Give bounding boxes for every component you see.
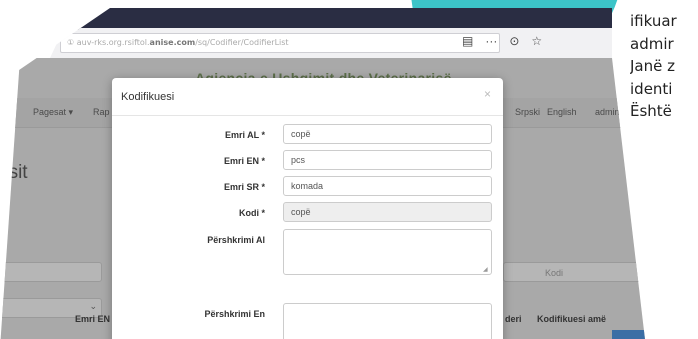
nav-item-partial[interactable]: i ▾ (0, 107, 9, 118)
action-button-partial[interactable] (612, 330, 646, 339)
kodi-field (283, 202, 492, 222)
pocket-icon[interactable]: ⊙ (509, 34, 519, 48)
chevron-down-icon: ⌄ (89, 301, 97, 311)
pershkrimi-en-label: Përshkrimi En (204, 309, 265, 319)
browser-url-bar: ① auv-rks.org.rsiftol.anise.com/sq/Codif… (50, 28, 612, 58)
emri-sr-label: Emri SR * (223, 182, 265, 192)
modal-title: Kodifikuesi (121, 91, 175, 103)
info-icon[interactable]: ① (67, 38, 77, 47)
pershkrimi-al-label: Përshkrimi Al (207, 235, 265, 245)
emri-en-field[interactable] (283, 150, 492, 170)
side-text-line: identi (630, 79, 673, 98)
url-path: /sq/Codifier/CodifierList (195, 38, 289, 47)
emri-al-field[interactable] (283, 124, 492, 144)
nav-item-english[interactable]: English (547, 107, 577, 117)
url-text-pre: auv-rks.org.rsiftol. (76, 38, 150, 47)
column-header-kodifikuesi-ame[interactable]: Kodifikuesi amë (537, 314, 606, 324)
codifier-modal: Kodifikuesi × Emri AL * Emri EN * Emri S… (112, 78, 503, 339)
bookmark-star-icon[interactable]: ☆ (531, 34, 542, 48)
tab-indicator: · (70, 12, 74, 23)
emri-al-label: Emri AL * (224, 130, 265, 140)
modal-header: Kodifikuesi × (112, 78, 503, 116)
nav-item-srpski[interactable]: Srpski (515, 107, 540, 117)
url-host: anise.com (149, 38, 196, 47)
filter-input-left[interactable] (0, 262, 102, 282)
emri-en-label: Emri EN * (223, 156, 265, 166)
side-text-line: admir (630, 34, 674, 53)
emri-sr-field[interactable] (283, 176, 492, 196)
url-input[interactable]: ① auv-rks.org.rsiftol.anise.com/sq/Codif… (60, 33, 500, 53)
nav-item-pagesat[interactable]: Pagesat ▾ (33, 107, 73, 118)
pershkrimi-al-textarea[interactable] (283, 229, 492, 275)
pershkrimi-en-textarea[interactable] (283, 303, 492, 339)
kodi-label: Kodi * (239, 208, 265, 218)
kodi-filter-input[interactable] (503, 262, 646, 282)
side-text-line: ifikuar (630, 12, 677, 30)
column-header-deri[interactable]: deri (505, 314, 522, 324)
column-header-emri-en[interactable]: Emri EN (75, 314, 110, 324)
nav-item-raporte[interactable]: Rap (93, 107, 110, 117)
nav-item-admin[interactable]: admin (595, 107, 620, 117)
close-icon[interactable]: × (484, 87, 491, 101)
side-text-line: Janë z (630, 57, 675, 75)
side-text-line: Është (630, 102, 672, 120)
page-title: esit (0, 162, 28, 183)
url-actions: ▤ ··· ⊙ ☆ (462, 34, 542, 48)
kodi-filter-placeholder: Kodi (545, 268, 564, 278)
more-actions-icon[interactable]: ··· (485, 34, 497, 48)
resize-handle-icon[interactable]: ◢ (483, 266, 488, 273)
new-tab-button[interactable]: + (88, 8, 97, 24)
side-description-text: ifikuar admir Janë z identi Është (630, 10, 698, 123)
reader-view-icon[interactable]: ▤ (462, 34, 473, 48)
